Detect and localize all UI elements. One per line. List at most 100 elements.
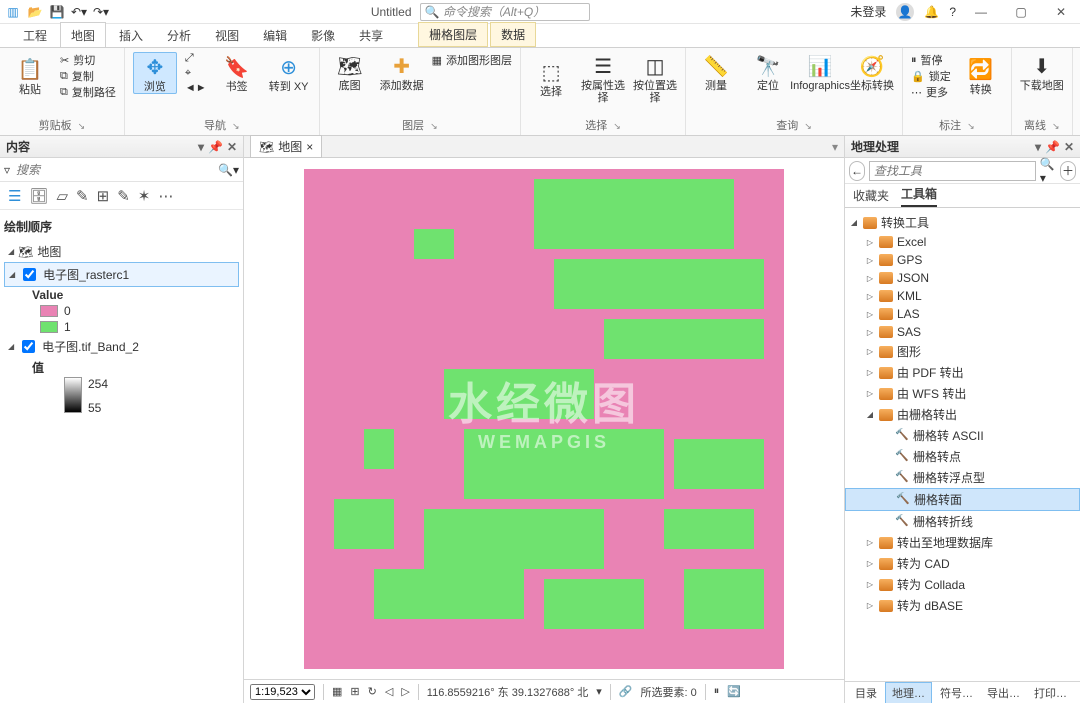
status-refresh-icon[interactable]: 🔄	[727, 685, 741, 698]
qat-new-icon[interactable]: ▥	[4, 3, 22, 21]
layer-tif-band2-visibility[interactable]	[22, 340, 35, 353]
map-canvas[interactable]: 水经微图WEMAPGIS	[244, 158, 844, 679]
filter-icon[interactable]: ▿	[4, 163, 10, 177]
paste-button[interactable]: 📋粘贴	[8, 56, 52, 96]
search-icon[interactable]: 🔍▾	[218, 163, 239, 177]
zoom-fixed-button[interactable]: ⌖	[185, 67, 207, 80]
list-by-snap-icon[interactable]: ⊞	[97, 187, 110, 205]
panel-pin-icon[interactable]: 📌	[208, 140, 223, 154]
cut-button[interactable]: ✂ 剪切	[60, 52, 116, 68]
btab-symbology[interactable]: 符号…	[934, 683, 979, 703]
gp-tree-node[interactable]: ▷由 PDF 转出	[845, 362, 1080, 383]
pause-label-button[interactable]: ⏸ 暂停	[911, 52, 951, 68]
btab-geoprocessing[interactable]: 地理…	[885, 682, 932, 703]
gp-tree-node[interactable]: ▷转为 dBASE	[845, 595, 1080, 616]
status-rotate-icon[interactable]: ↻	[368, 685, 377, 698]
ribbon-tab-view[interactable]: 视图	[204, 22, 250, 47]
locate-button[interactable]: 🔭定位	[746, 52, 790, 92]
panel-pin-icon[interactable]: 📌	[1045, 140, 1060, 154]
explore-button[interactable]: ✥浏览	[133, 52, 177, 94]
select-button[interactable]: ⬚选择	[529, 58, 573, 98]
gp-tree-node[interactable]: ▷KML	[845, 287, 1080, 305]
notifications-icon[interactable]: 🔔	[924, 5, 939, 19]
gp-tree-node[interactable]: 栅格转浮点型	[845, 467, 1080, 488]
window-minimize[interactable]: —	[966, 2, 996, 22]
list-by-drawing-icon[interactable]: ☰	[8, 187, 21, 205]
ribbon-tab-imagery[interactable]: 影像	[300, 22, 346, 47]
gp-tree-node[interactable]: 栅格转 ASCII	[845, 425, 1080, 446]
bookmarks-button[interactable]: 🔖书签	[215, 53, 259, 93]
add-graphics-layer-button[interactable]: ▦ 添加图形图层	[432, 52, 512, 68]
gp-tree-node[interactable]: ▷LAS	[845, 305, 1080, 323]
zoom-full-button[interactable]: ⤢	[185, 52, 207, 65]
gp-tree-node[interactable]: ▷转为 Collada	[845, 574, 1080, 595]
btab-catalog[interactable]: 目录	[849, 683, 883, 703]
list-by-source-icon[interactable]: 🗄	[29, 187, 48, 205]
map-frame[interactable]: 🗺地图	[4, 241, 239, 262]
gp-tree-node[interactable]: ▷JSON	[845, 269, 1080, 287]
ribbon-tab-share[interactable]: 共享	[348, 22, 394, 47]
gp-tool-selected[interactable]: 栅格转面	[845, 488, 1080, 511]
status-tool-icon[interactable]: ▦	[332, 685, 342, 698]
gp-tab-favorites[interactable]: 收藏夹	[853, 187, 889, 207]
status-play-icon[interactable]: ▷	[401, 685, 409, 698]
basemap-button[interactable]: 🗺底图	[328, 52, 372, 92]
ribbon-tab-insert[interactable]: 插入	[108, 22, 154, 47]
gp-tree-node[interactable]: ◢转换工具	[845, 212, 1080, 233]
gp-tree-node[interactable]: ▷SAS	[845, 323, 1080, 341]
window-maximize[interactable]: ▢	[1006, 2, 1036, 22]
select-by-attr-button[interactable]: ☰按属性选择	[581, 52, 625, 104]
layer-rasterc1[interactable]: 电子图_rasterc1	[4, 262, 239, 287]
gp-add-button[interactable]: ＋	[1060, 161, 1076, 181]
help-icon[interactable]: ?	[949, 5, 956, 19]
qat-open-icon[interactable]: 📂	[26, 3, 44, 21]
select-by-loc-button[interactable]: ◫按位置选择	[633, 52, 677, 104]
ribbon-tab-project[interactable]: 工程	[12, 22, 58, 47]
gp-tab-toolboxes[interactable]: 工具箱	[901, 185, 937, 207]
convert-label-button[interactable]: 🔁转换	[959, 56, 1003, 96]
list-by-edit-icon[interactable]: ✎	[76, 187, 89, 205]
more-label-button[interactable]: ⋯ 更多	[911, 84, 951, 100]
gp-tree-node[interactable]: 栅格转折线	[845, 511, 1080, 532]
panel-menu-icon[interactable]: ▾	[198, 140, 204, 154]
ctx-tab-data[interactable]: 数据	[490, 22, 536, 47]
gp-tree-node[interactable]: ▷GPS	[845, 251, 1080, 269]
contents-search[interactable]	[14, 162, 214, 178]
gp-tree-node[interactable]: ▷转出至地理数据库	[845, 532, 1080, 553]
lock-label-button[interactable]: 🔒 锁定	[911, 68, 951, 84]
download-map-button[interactable]: ⬇下载地图	[1020, 52, 1064, 92]
goto-xy-button[interactable]: ⊕转到 XY	[267, 53, 311, 93]
window-close[interactable]: ✕	[1046, 2, 1076, 22]
view-menu-icon[interactable]: ▾	[832, 140, 838, 154]
infographics-button[interactable]: 📊Infographics	[798, 52, 842, 92]
status-tool-icon[interactable]: ⊞	[350, 685, 359, 698]
panel-close-icon[interactable]: ✕	[227, 140, 237, 154]
ribbon-tab-analysis[interactable]: 分析	[156, 22, 202, 47]
gp-tree-node[interactable]: ▷转为 CAD	[845, 553, 1080, 574]
gp-tree-node[interactable]: 栅格转点	[845, 446, 1080, 467]
user-icon[interactable]: 👤	[896, 3, 914, 21]
ctx-tab-raster-layer[interactable]: 栅格图层	[418, 22, 488, 47]
copy-path-button[interactable]: ⧉ 复制路径	[60, 84, 116, 100]
add-data-button[interactable]: ✚添加数据	[380, 52, 424, 92]
login-status[interactable]: 未登录	[850, 3, 886, 20]
measure-button[interactable]: 📏测量	[694, 52, 738, 92]
btab-export[interactable]: 导出…	[981, 683, 1026, 703]
layer-rasterc1-visibility[interactable]	[23, 268, 36, 281]
panel-close-icon[interactable]: ✕	[1064, 140, 1074, 154]
command-search[interactable]: 🔍 命令搜索（Alt+Q）	[420, 3, 590, 21]
qat-redo-icon[interactable]: ↷▾	[92, 3, 110, 21]
gp-tree-node[interactable]: ▷由 WFS 转出	[845, 383, 1080, 404]
ribbon-tab-map[interactable]: 地图	[60, 22, 106, 47]
status-pause2-icon[interactable]: ⏸	[714, 685, 720, 698]
list-by-label-icon[interactable]: ✎	[117, 187, 130, 205]
panel-menu-icon[interactable]: ▾	[1035, 140, 1041, 154]
layer-tif-band2[interactable]: 电子图.tif_Band_2	[4, 335, 239, 358]
ribbon-tab-edit[interactable]: 编辑	[252, 22, 298, 47]
btab-print[interactable]: 打印…	[1028, 683, 1073, 703]
qat-undo-icon[interactable]: ↶▾	[70, 3, 88, 21]
close-tab-icon[interactable]: ×	[306, 140, 313, 154]
list-by-selection-icon[interactable]: ▱	[57, 187, 69, 205]
snapping-icon[interactable]: 🔗	[619, 685, 633, 698]
status-pause-icon[interactable]: ◁	[385, 685, 393, 698]
